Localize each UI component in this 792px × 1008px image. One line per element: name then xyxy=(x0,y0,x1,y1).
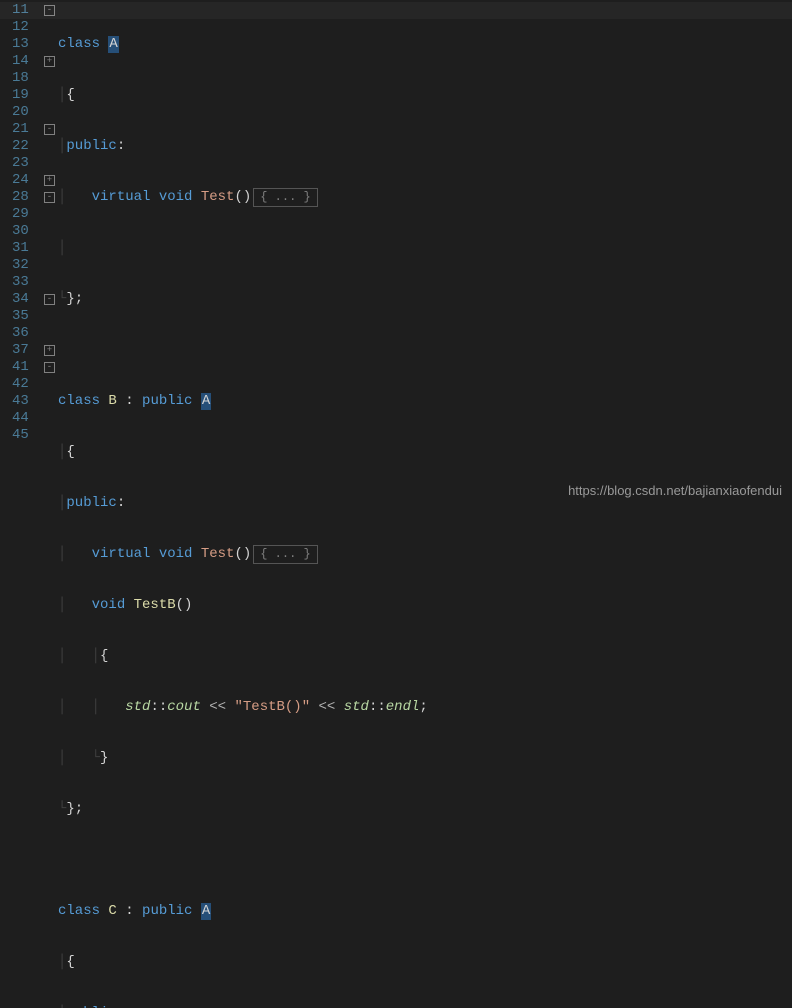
code-line[interactable]: │{ xyxy=(58,444,792,461)
keyword-void: void xyxy=(92,597,126,614)
line-number: 18 xyxy=(12,70,36,87)
keyword-public: public xyxy=(142,903,192,920)
collapsed-region[interactable]: { ... } xyxy=(253,545,317,564)
code-line[interactable]: └}; xyxy=(58,291,792,308)
identifier: cout xyxy=(167,699,201,716)
line-number: 28 xyxy=(12,189,36,206)
brace: { xyxy=(66,444,74,461)
code-line[interactable]: │ └} xyxy=(58,750,792,767)
line-number: 34 xyxy=(12,291,36,308)
keyword-public: public xyxy=(142,393,192,410)
fold-plus-icon[interactable]: + xyxy=(44,56,55,67)
brace: { xyxy=(100,648,108,665)
function-name: TestB xyxy=(134,597,176,614)
line-number: 30 xyxy=(12,223,36,240)
line-number: 13 xyxy=(12,36,36,53)
code-line[interactable]: │ virtual void Test(){ ... } xyxy=(58,546,792,563)
keyword-virtual: virtual xyxy=(92,546,151,563)
line-number: 22 xyxy=(12,138,36,155)
code-line[interactable]: │{ xyxy=(58,954,792,971)
code-line[interactable]: class B : public A xyxy=(58,393,792,410)
line-number: 33 xyxy=(12,274,36,291)
fold-minus-icon[interactable]: - xyxy=(44,362,55,373)
line-number: 45 xyxy=(12,427,36,444)
function-name: Test xyxy=(201,546,235,563)
keyword-class: class xyxy=(58,36,100,53)
line-number: 14 xyxy=(12,53,36,70)
code-line[interactable] xyxy=(58,852,792,869)
line-number: 20 xyxy=(12,104,36,121)
keyword-public: public xyxy=(66,1005,116,1008)
brace-semi: }; xyxy=(66,291,83,308)
code-area[interactable]: class A │{ │public: │ virtual void Test(… xyxy=(58,0,792,504)
code-line[interactable]: │ │ std::cout << "TestB()" << std::endl; xyxy=(58,699,792,716)
line-number: 43 xyxy=(12,393,36,410)
type-name: B xyxy=(108,393,116,410)
fold-gutter: - + - + - - + - xyxy=(44,0,58,504)
line-number: 42 xyxy=(12,376,36,393)
code-line[interactable]: └}; xyxy=(58,801,792,818)
line-number: 19 xyxy=(12,87,36,104)
fold-minus-icon[interactable]: - xyxy=(44,192,55,203)
code-line[interactable]: │ void TestB() xyxy=(58,597,792,614)
keyword-void: void xyxy=(159,546,193,563)
line-number: 44 xyxy=(12,410,36,427)
code-line[interactable]: class A xyxy=(58,36,792,53)
line-number: 36 xyxy=(12,325,36,342)
identifier: endl xyxy=(386,699,420,716)
keyword-public: public xyxy=(66,138,116,155)
line-number: 41 xyxy=(12,359,36,376)
line-number: 32 xyxy=(12,257,36,274)
line-number: 21 xyxy=(12,121,36,138)
code-line[interactable]: │ virtual void Test(){ ... } xyxy=(58,189,792,206)
code-line[interactable]: │{ xyxy=(58,87,792,104)
line-number: 11 xyxy=(12,2,36,19)
collapsed-region[interactable]: { ... } xyxy=(253,188,317,207)
type-name: A xyxy=(108,36,118,53)
brace-semi: }; xyxy=(66,801,83,818)
line-number-gutter: 11 12 13 14 18 19 20 21 22 23 24 28 29 3… xyxy=(0,0,44,504)
brace: { xyxy=(66,87,74,104)
watermark-text: https://blog.csdn.net/bajianxiaofendui xyxy=(568,483,782,498)
function-name: Test xyxy=(201,189,235,206)
keyword-class: class xyxy=(58,903,100,920)
code-editor[interactable]: 11 12 13 14 18 19 20 21 22 23 24 28 29 3… xyxy=(0,0,792,504)
fold-minus-icon[interactable]: - xyxy=(44,124,55,135)
code-line[interactable]: │public: xyxy=(58,138,792,155)
line-number: 23 xyxy=(12,155,36,172)
code-line[interactable]: │public: xyxy=(58,1005,792,1008)
code-line[interactable]: class C : public A xyxy=(58,903,792,920)
keyword-virtual: virtual xyxy=(92,189,151,206)
namespace: std xyxy=(344,699,369,716)
type-name: C xyxy=(108,903,116,920)
line-number: 24 xyxy=(12,172,36,189)
fold-minus-icon[interactable]: - xyxy=(44,5,55,16)
fold-minus-icon[interactable]: - xyxy=(44,294,55,305)
type-name: A xyxy=(201,903,211,920)
code-line[interactable]: │ xyxy=(58,240,792,257)
namespace: std xyxy=(125,699,150,716)
code-line[interactable] xyxy=(58,342,792,359)
fold-plus-icon[interactable]: + xyxy=(44,345,55,356)
line-number: 37 xyxy=(12,342,36,359)
line-number: 12 xyxy=(12,19,36,36)
brace: { xyxy=(66,954,74,971)
line-number: 31 xyxy=(12,240,36,257)
keyword-class: class xyxy=(58,393,100,410)
type-name: A xyxy=(201,393,211,410)
line-number: 35 xyxy=(12,308,36,325)
fold-plus-icon[interactable]: + xyxy=(44,175,55,186)
keyword-void: void xyxy=(159,189,193,206)
brace: } xyxy=(100,750,108,767)
code-line[interactable]: │ │{ xyxy=(58,648,792,665)
line-number: 29 xyxy=(12,206,36,223)
string-literal: "TestB()" xyxy=(234,699,310,716)
